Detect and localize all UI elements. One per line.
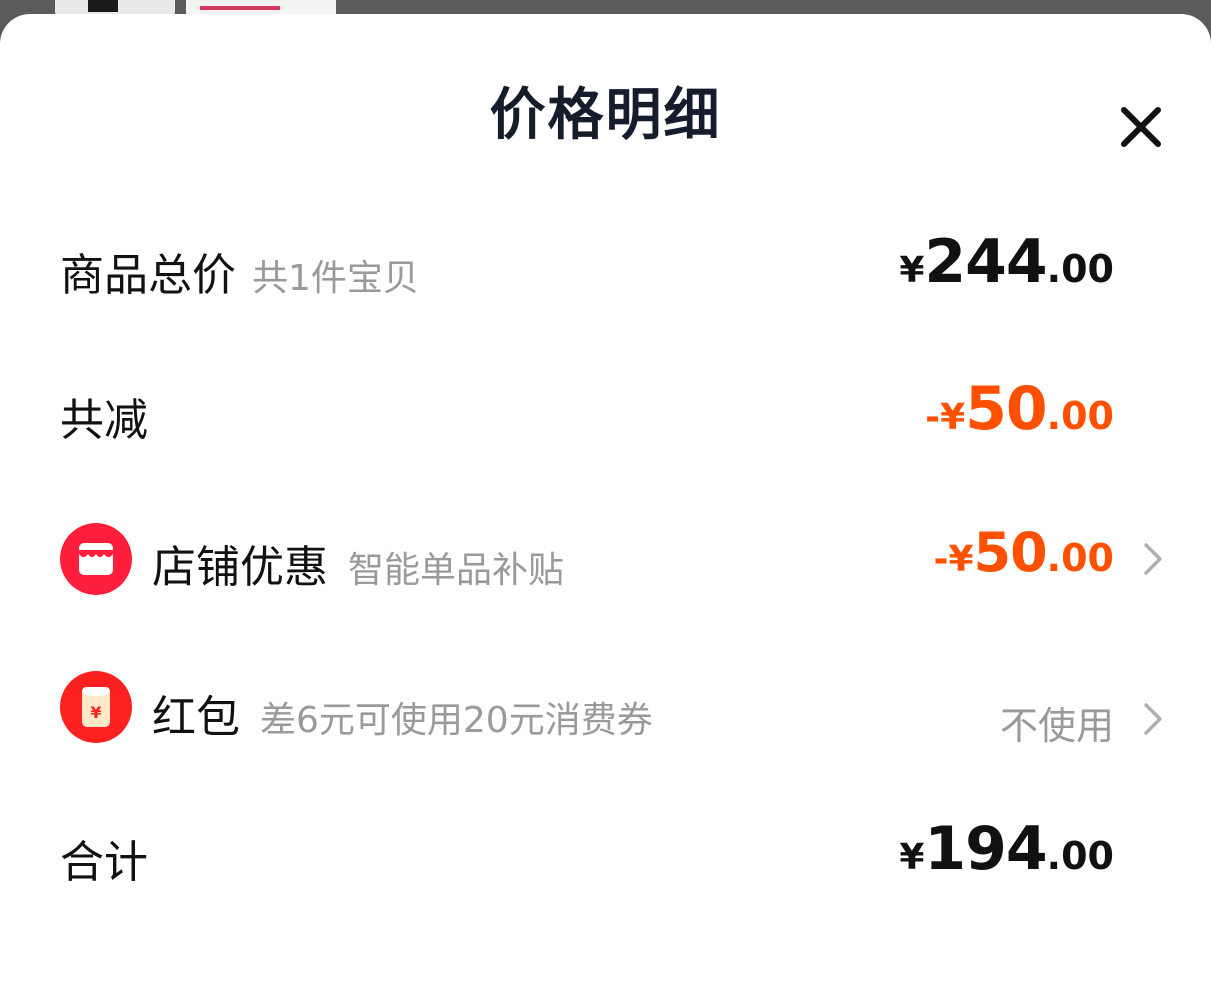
currency-symbol: ¥ — [899, 837, 925, 878]
amount-decimal: .00 — [1046, 247, 1114, 291]
amount-integer: 244 — [924, 227, 1047, 297]
currency-symbol: -¥ — [933, 539, 974, 580]
shop-discount-amount: -¥ 50 .00 — [934, 521, 1114, 584]
shop-discount-label: 店铺优惠 — [152, 542, 328, 593]
goods-total-row: 商品总价 共1件宝贝 ¥ 244 .00 — [0, 227, 1211, 309]
shop-discount-description: 智能单品补贴 — [348, 550, 565, 591]
total-discount-label: 共减 — [60, 395, 148, 446]
close-icon — [1121, 107, 1161, 147]
total-discount-amount: -¥ 50 .00 — [925, 374, 1114, 444]
amount-integer: 50 — [973, 521, 1048, 584]
red-packet-status: 不使用 — [999, 704, 1114, 748]
price-detail-sheet: 价格明细 商品总价 共1件宝贝 ¥ 244 .00 共减 -¥ 50 .00 店… — [0, 14, 1211, 983]
red-packet-row[interactable]: ¥ 红包 差6元可使用20元消费券 不使用 — [0, 669, 1211, 749]
background-thumbnail-detail — [200, 6, 280, 10]
goods-count-text: 共1件宝贝 — [252, 258, 419, 299]
shop-discount-row[interactable]: 店铺优惠 智能单品补贴 -¥ 50 .00 — [0, 519, 1211, 599]
goods-total-label: 商品总价 — [60, 250, 236, 301]
sum-label: 合计 — [60, 837, 148, 888]
amount-decimal: .00 — [1046, 394, 1114, 438]
currency-symbol: ¥ — [899, 250, 925, 291]
amount-integer: 50 — [965, 374, 1047, 444]
red-packet-label: 红包 — [152, 692, 240, 743]
sum-row: 合计 ¥ 194 .00 — [0, 814, 1211, 894]
sum-amount: ¥ 194 .00 — [899, 814, 1114, 884]
background-thumbnail-detail — [88, 0, 118, 12]
sheet-title: 价格明细 — [489, 83, 722, 148]
svg-text:¥: ¥ — [90, 703, 101, 722]
chevron-right-icon — [1144, 703, 1162, 735]
red-packet-description: 差6元可使用20元消费券 — [260, 700, 653, 741]
total-discount-row: 共减 -¥ 50 .00 — [0, 374, 1211, 454]
currency-symbol: -¥ — [925, 397, 966, 438]
amount-decimal: .00 — [1046, 536, 1114, 580]
red-packet-icon: ¥ — [60, 671, 132, 743]
chevron-right-icon — [1144, 543, 1162, 575]
amount-integer: 194 — [924, 814, 1047, 884]
close-button[interactable] — [1112, 98, 1170, 156]
shop-icon — [60, 523, 132, 595]
goods-total-amount: ¥ 244 .00 — [899, 227, 1114, 297]
amount-decimal: .00 — [1046, 834, 1114, 878]
